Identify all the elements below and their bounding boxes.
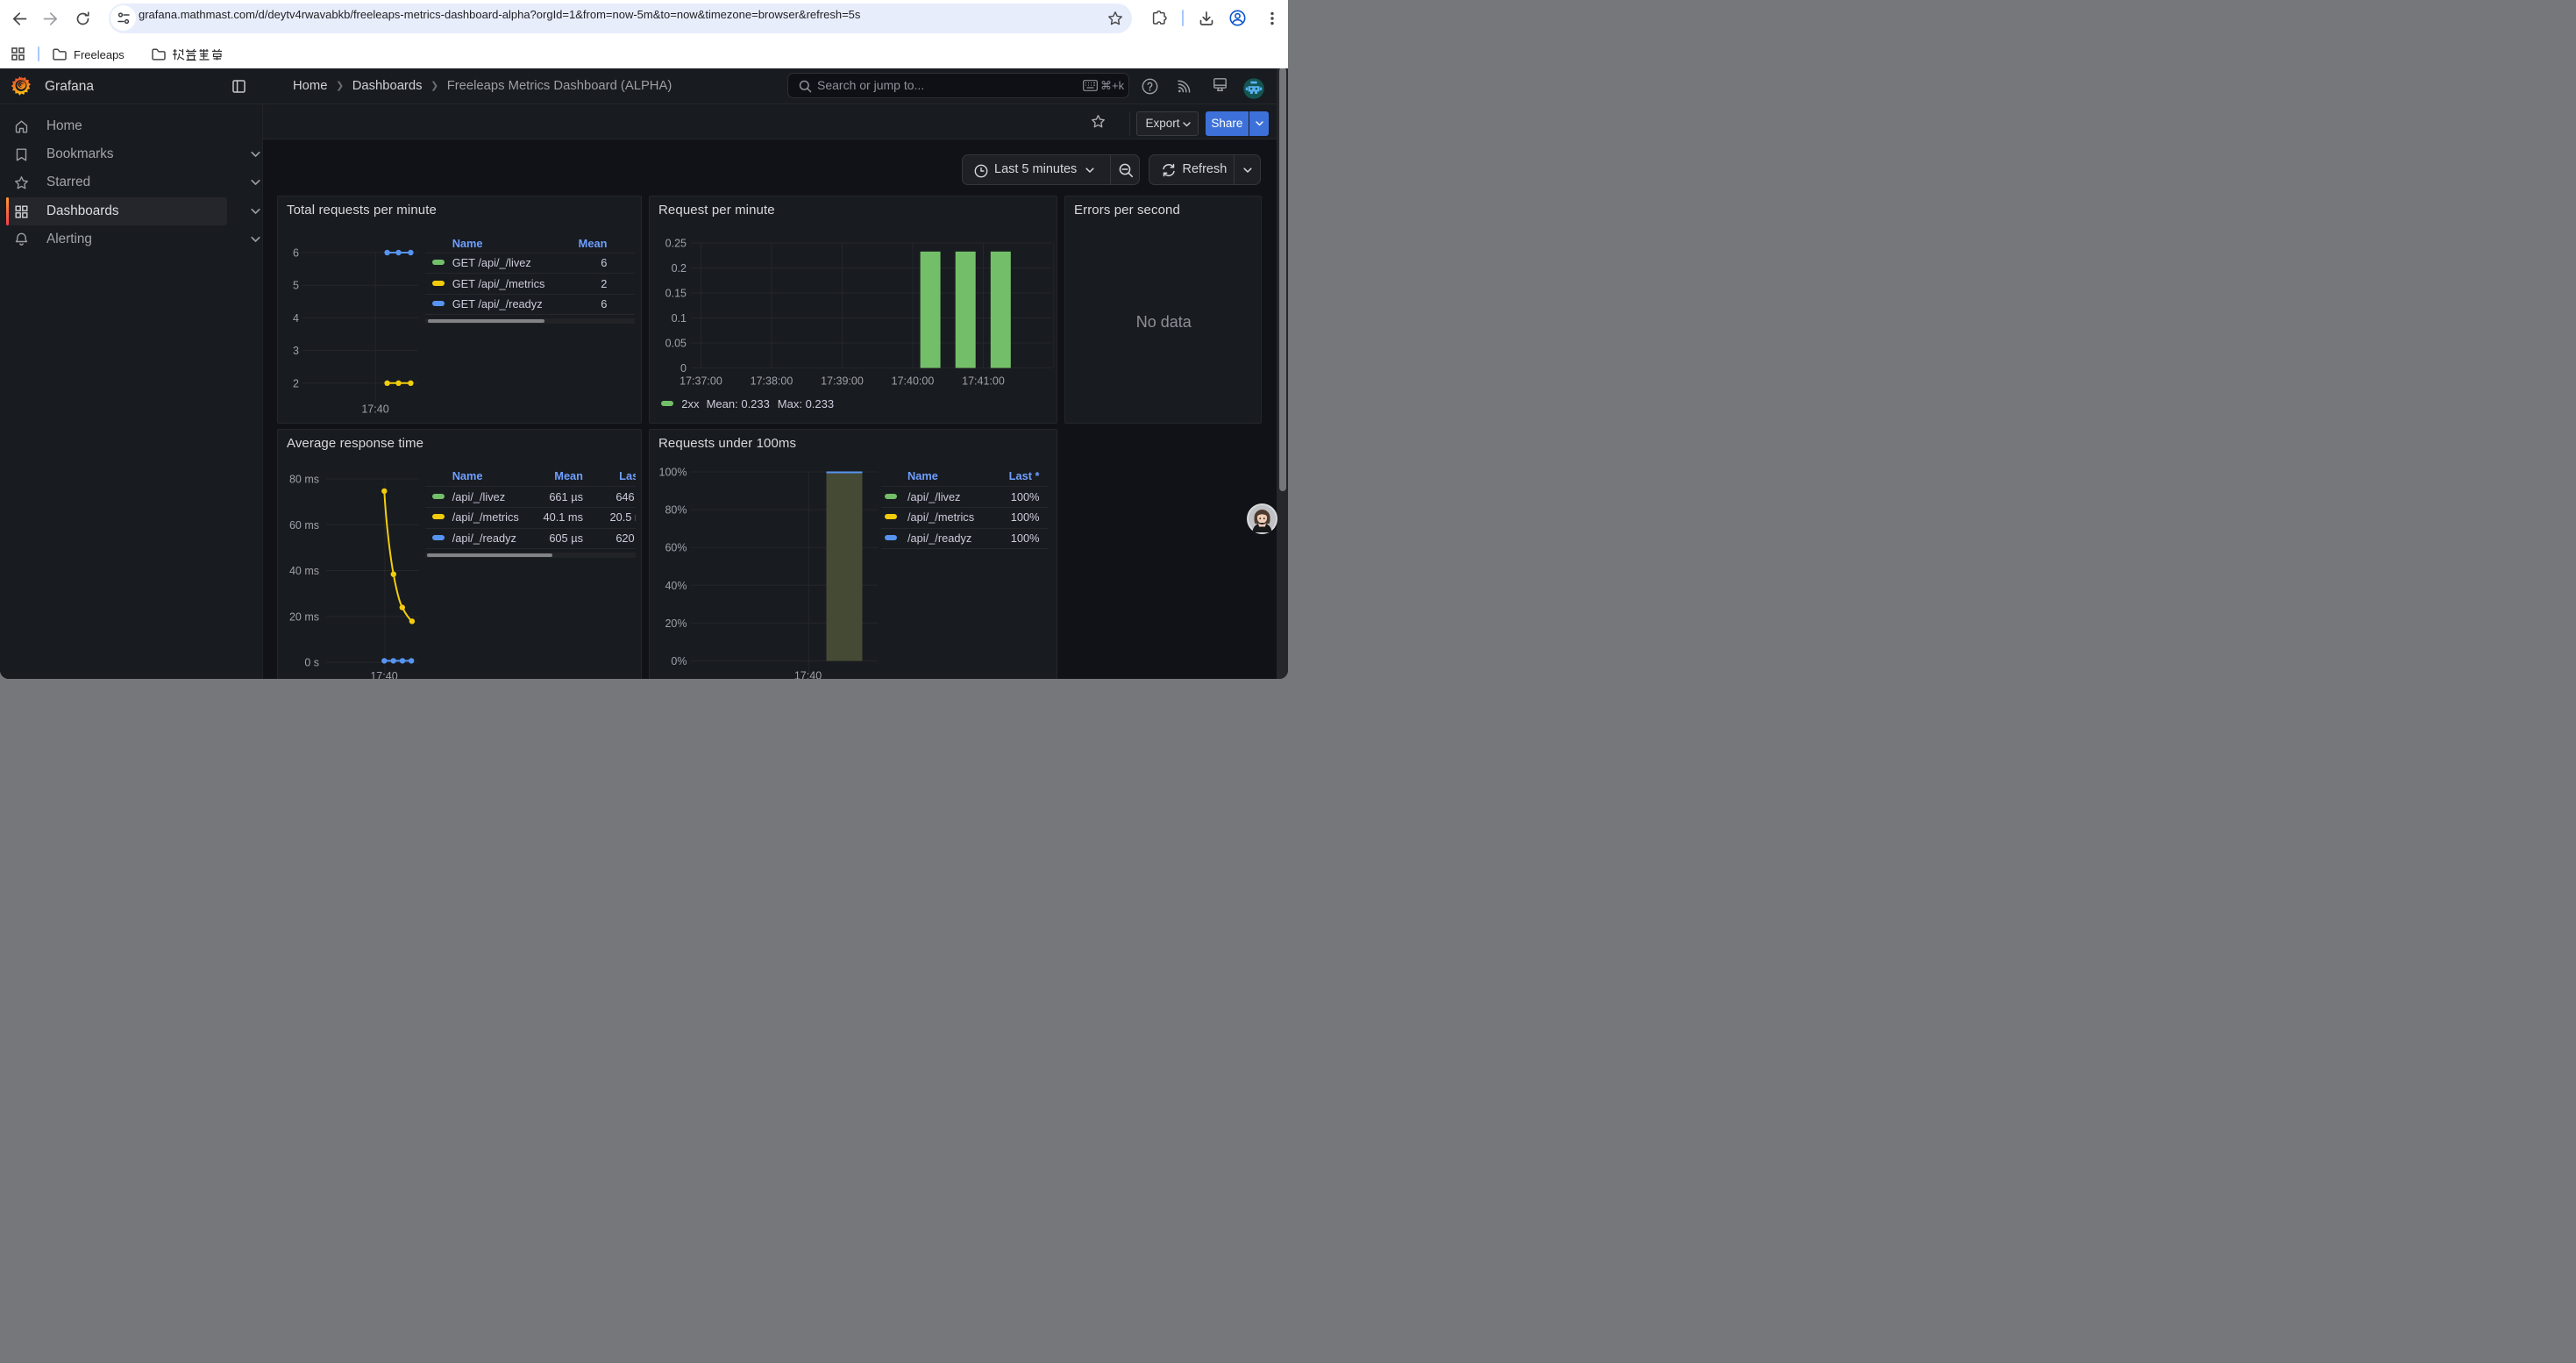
svg-text:80 ms: 80 ms — [289, 474, 319, 486]
svg-text:60%: 60% — [665, 542, 687, 554]
svg-text:0: 0 — [680, 362, 687, 375]
svg-text:6: 6 — [293, 247, 299, 260]
svg-text:20%: 20% — [665, 617, 687, 630]
svg-text:0.05: 0.05 — [665, 338, 687, 350]
svg-text:100%: 100% — [659, 467, 687, 479]
svg-text:4: 4 — [293, 312, 299, 325]
svg-text:80%: 80% — [665, 504, 687, 517]
svg-text:0.2: 0.2 — [672, 262, 687, 275]
svg-text:2: 2 — [293, 377, 299, 389]
svg-text:0%: 0% — [671, 655, 687, 667]
svg-text:17:37:00: 17:37:00 — [680, 375, 722, 388]
svg-text:40 ms: 40 ms — [289, 565, 319, 577]
svg-text:0.25: 0.25 — [665, 238, 687, 250]
svg-text:17:38:00: 17:38:00 — [751, 375, 793, 388]
svg-text:17:40: 17:40 — [370, 670, 397, 679]
svg-text:5: 5 — [293, 280, 299, 292]
svg-text:17:40: 17:40 — [794, 670, 822, 679]
svg-text:17:40: 17:40 — [361, 403, 388, 416]
svg-text:17:41:00: 17:41:00 — [962, 375, 1005, 388]
svg-text:40%: 40% — [665, 580, 687, 592]
svg-text:0.15: 0.15 — [665, 288, 687, 300]
svg-text:17:40:00: 17:40:00 — [892, 375, 935, 388]
svg-text:17:39:00: 17:39:00 — [821, 375, 864, 388]
svg-text:3: 3 — [293, 345, 299, 357]
svg-text:0.1: 0.1 — [672, 312, 687, 325]
svg-text:20 ms: 20 ms — [289, 610, 319, 623]
svg-text:60 ms: 60 ms — [289, 519, 319, 532]
svg-text:0 s: 0 s — [304, 657, 319, 669]
